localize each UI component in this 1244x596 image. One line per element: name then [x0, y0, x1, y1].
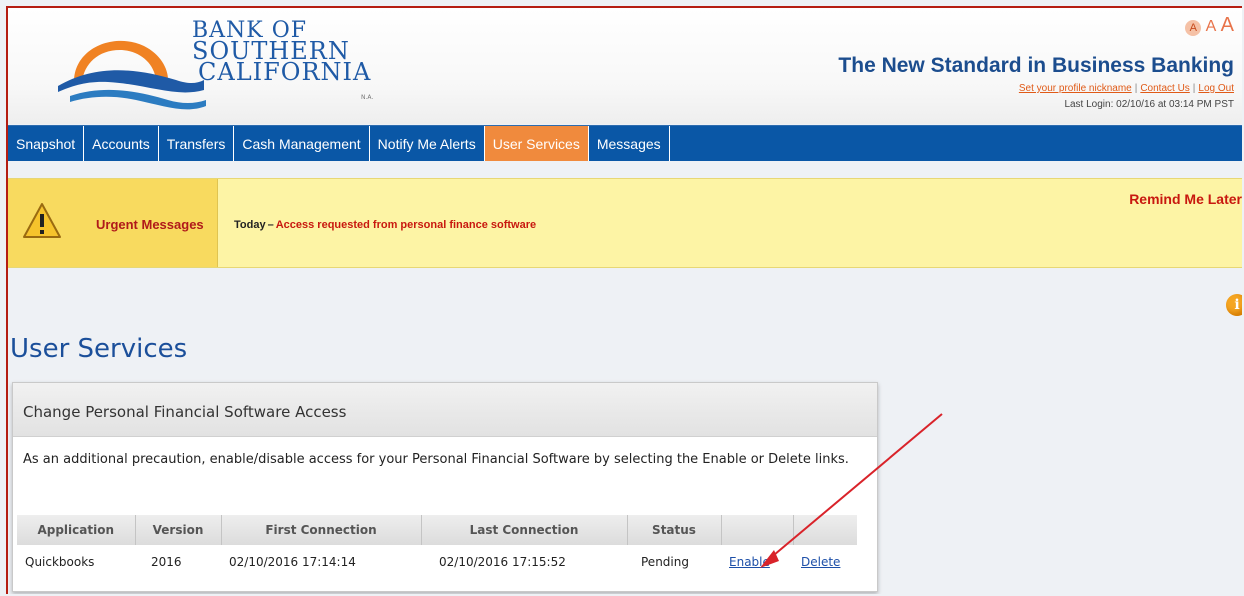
nav-item-transfers[interactable]: Transfers — [159, 126, 235, 161]
last-login-text: Last Login: 02/10/16 at 03:14 PM PST — [1064, 99, 1234, 110]
profile-links: Set your profile nickname | Contact Us | Log… — [1019, 83, 1234, 94]
panel-title: Change Personal Financial Software Acces… — [13, 383, 877, 437]
nav-item-accounts[interactable]: Accounts — [84, 126, 159, 161]
software-access-panel: Change Personal Financial Software Acces… — [12, 382, 878, 592]
log-out-link[interactable]: Log Out — [1198, 83, 1234, 94]
software-access-table: Application Version First Connection Las… — [17, 515, 857, 579]
remind-me-later-link[interactable]: Remind Me Later — [1129, 191, 1242, 207]
cell-last-connection: 02/10/2016 17:15:52 — [439, 555, 566, 569]
table-header-row: Application Version First Connection Las… — [17, 515, 857, 545]
info-icon[interactable]: i — [1226, 294, 1242, 316]
nav-item-cash-management[interactable]: Cash Management — [234, 126, 370, 161]
browser-frame: BANK OF SOUTHERN CALIFORNIA N.A. A A A T… — [6, 6, 1242, 594]
column-header-application: Application — [17, 515, 136, 545]
column-header-last-connection: Last Connection — [421, 515, 628, 545]
column-header-enable — [721, 515, 794, 545]
nav-item-user-services[interactable]: User Services — [484, 126, 589, 161]
nav-item-messages[interactable]: Messages — [589, 126, 670, 161]
logo-text-line3: CALIFORNIA — [198, 58, 372, 86]
cell-first-connection: 02/10/2016 17:14:14 — [229, 555, 356, 569]
set-nickname-link[interactable]: Set your profile nickname — [1019, 83, 1132, 94]
font-size-large-button[interactable]: A — [1221, 14, 1234, 37]
main-nav: Snapshot Accounts Transfers Cash Managem… — [8, 125, 1242, 161]
message-dash: – — [267, 219, 274, 231]
urgent-message-link[interactable]: Access requested from personal finance s… — [276, 219, 536, 231]
font-size-controls: A A A — [1184, 14, 1234, 37]
logo-suffix: N.A. — [361, 94, 374, 101]
column-header-delete — [793, 515, 857, 545]
cell-application: Quickbooks — [25, 555, 95, 569]
panel-description: As an additional precaution, enable/disa… — [23, 452, 849, 467]
header-tagline: The New Standard in Business Banking — [838, 54, 1234, 77]
urgent-messages-header: Urgent Messages — [8, 179, 218, 267]
urgent-messages-label: Urgent Messages — [96, 217, 204, 232]
cell-version: 2016 — [151, 555, 182, 569]
bank-logo[interactable]: BANK OF SOUTHERN CALIFORNIA N.A. — [56, 20, 436, 120]
column-header-first-connection: First Connection — [221, 515, 422, 545]
cell-status: Pending — [641, 555, 689, 569]
nav-item-notify-me-alerts[interactable]: Notify Me Alerts — [370, 126, 485, 161]
site-header: BANK OF SOUTHERN CALIFORNIA N.A. A A A T… — [8, 8, 1242, 124]
message-date: Today — [234, 219, 266, 231]
nav-item-snapshot[interactable]: Snapshot — [8, 126, 85, 161]
font-size-medium-button[interactable]: A — [1206, 18, 1217, 36]
urgent-message-item: Today – Access requested from personal fin… — [234, 219, 536, 231]
warning-icon — [23, 203, 61, 238]
contact-us-link[interactable]: Contact Us — [1140, 83, 1189, 94]
delete-link[interactable]: Delete — [801, 555, 840, 569]
page-title: User Services — [10, 334, 188, 364]
column-header-status: Status — [627, 515, 722, 545]
font-size-small-button[interactable]: A — [1185, 20, 1202, 36]
table-row: Quickbooks 2016 02/10/2016 17:14:14 02/1… — [17, 545, 857, 579]
column-header-version: Version — [135, 515, 222, 545]
urgent-messages-bar: Urgent Messages Today – Access requested f… — [8, 178, 1242, 268]
logo-swoosh-icon — [58, 40, 206, 110]
enable-link[interactable]: Enable — [729, 555, 770, 569]
